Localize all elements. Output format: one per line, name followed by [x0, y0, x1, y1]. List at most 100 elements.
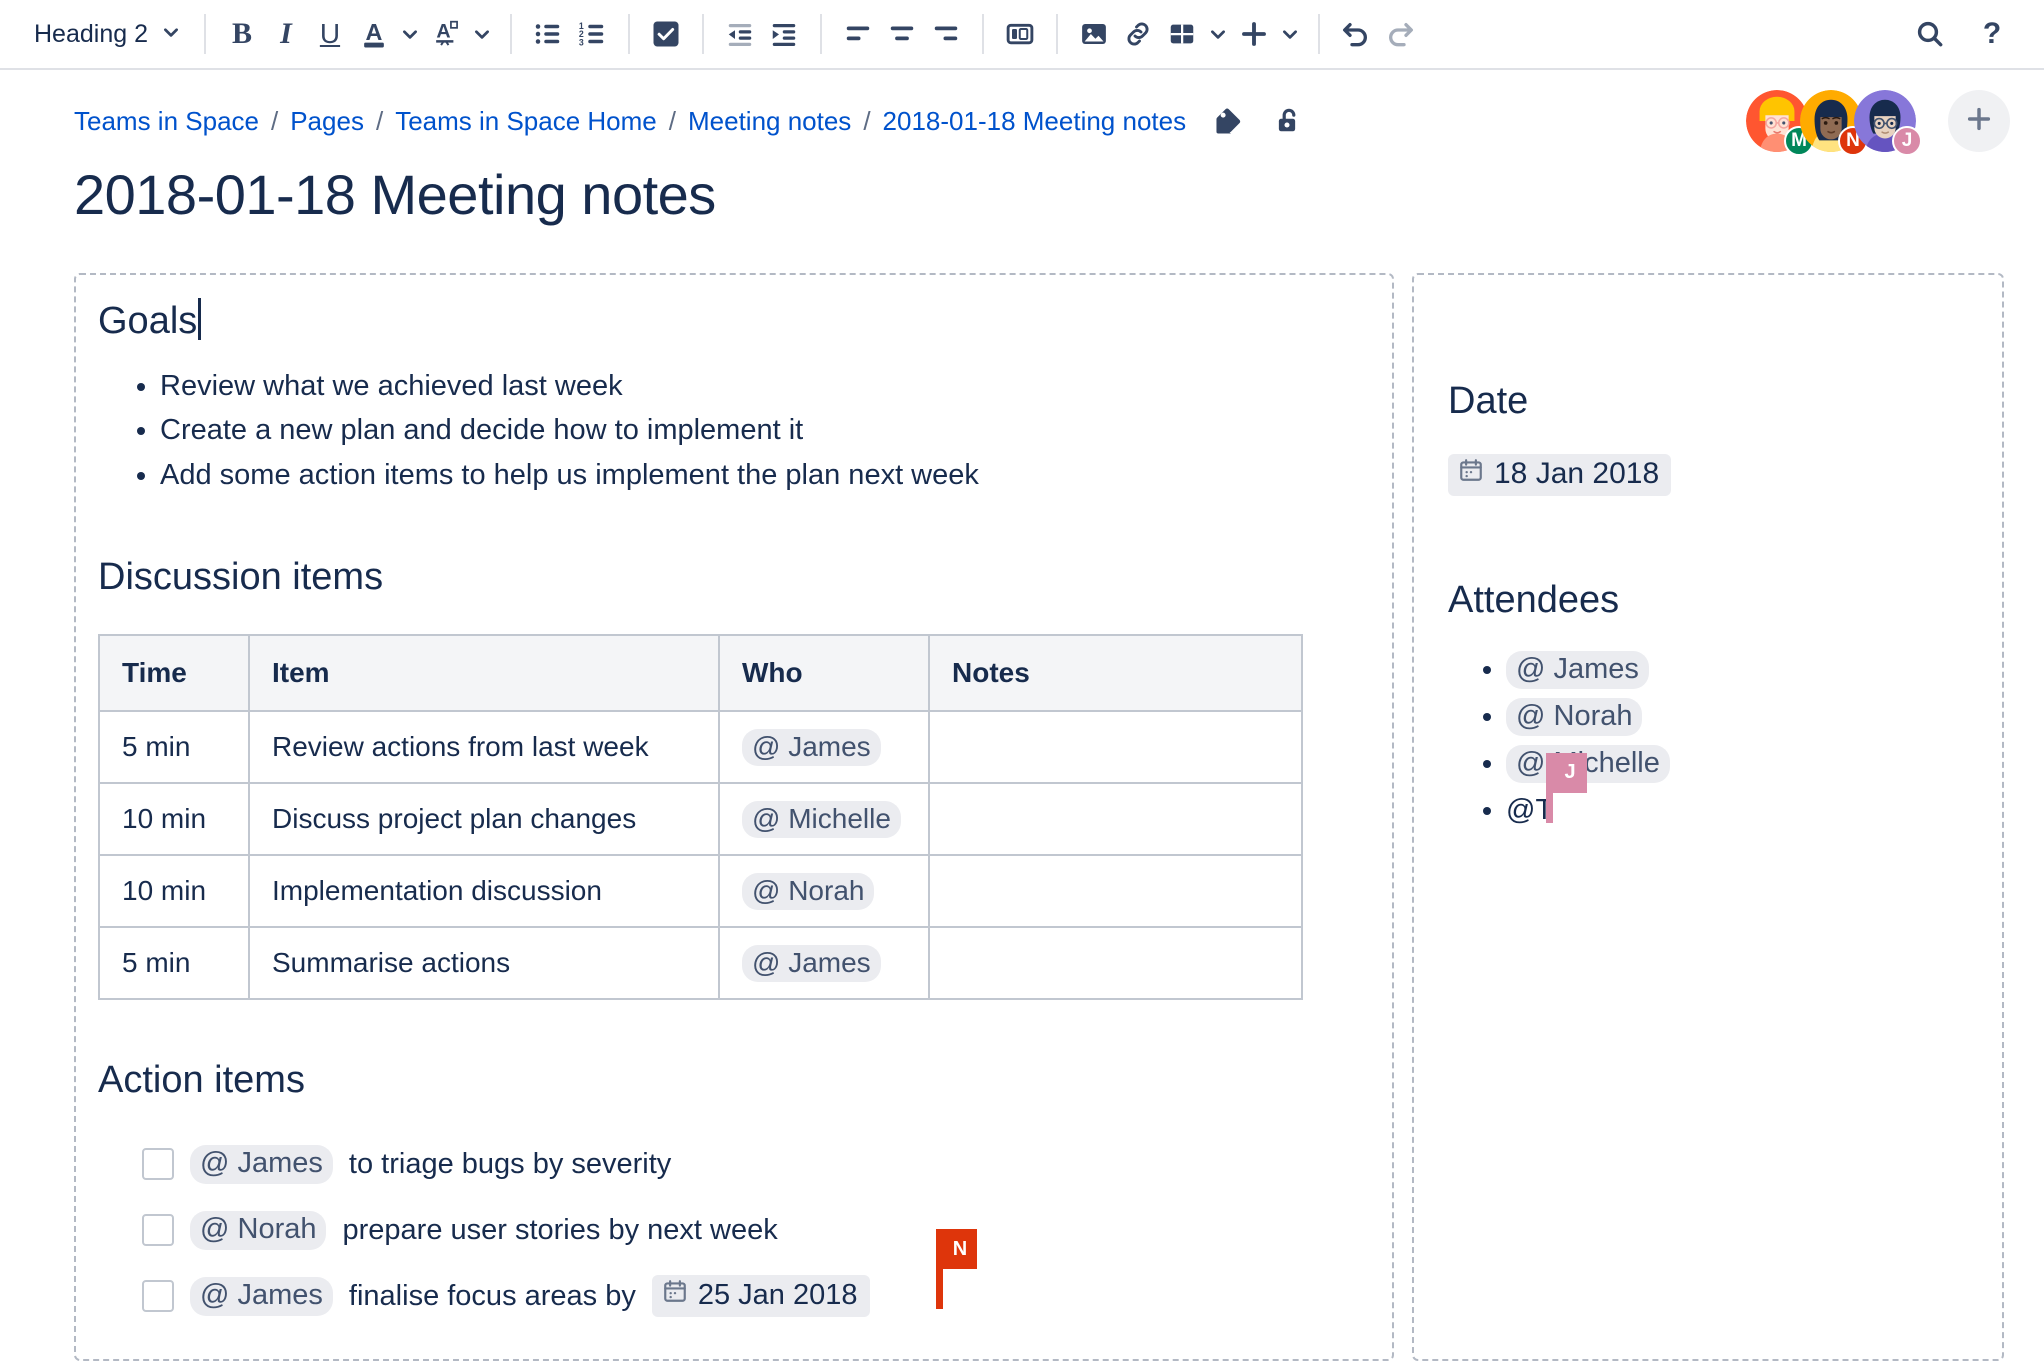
column-header-notes[interactable]: Notes [929, 635, 1302, 711]
mention-pill[interactable]: @ Norah [742, 873, 874, 910]
list-item[interactable]: @T J [1506, 787, 1970, 834]
column-header-time[interactable]: Time [99, 635, 249, 711]
mention-pill[interactable]: @ Norah [190, 1211, 326, 1250]
cell-time[interactable]: 5 min [99, 927, 249, 999]
page-title[interactable]: 2018-01-18 Meeting notes [0, 144, 2044, 227]
cell-notes[interactable] [929, 711, 1302, 783]
redo-button[interactable] [1378, 12, 1422, 56]
cell-notes[interactable] [929, 783, 1302, 855]
insert-table-button[interactable] [1160, 12, 1204, 56]
indent-button[interactable] [762, 12, 806, 56]
date-pill[interactable]: 18 Jan 2018 [1448, 454, 1671, 496]
bullet-list-button[interactable] [526, 12, 570, 56]
align-center-button[interactable] [880, 12, 924, 56]
table-row[interactable]: 10 min Discuss project plan changes @ Mi… [99, 783, 1302, 855]
cell-who[interactable]: @ Norah [719, 855, 929, 927]
text-highlight-icon: A [431, 18, 461, 50]
list-item[interactable]: Create a new plan and decide how to impl… [160, 408, 1360, 452]
mention-pill[interactable]: @ James [1506, 651, 1649, 689]
layouts-button[interactable] [998, 12, 1042, 56]
mention-pill[interactable]: @ James [742, 945, 881, 982]
mention-pill[interactable]: @ James [190, 1145, 333, 1184]
checkbox[interactable] [142, 1148, 174, 1180]
checkbox[interactable] [142, 1214, 174, 1246]
goals-heading[interactable]: Goals [98, 297, 205, 346]
breadcrumb-item-meeting-notes[interactable]: Meeting notes [688, 106, 851, 137]
list-item[interactable]: Review what we achieved last week [160, 364, 1360, 408]
text-highlight-button[interactable]: A [424, 12, 468, 56]
help-button[interactable]: ? [1970, 12, 2014, 56]
chevron-down-icon [401, 25, 419, 43]
checkbox[interactable] [142, 1280, 174, 1312]
align-left-button[interactable] [836, 12, 880, 56]
attendees-list: @ James @ Norah @ Michelle @T J [1448, 646, 1970, 834]
action-items-heading[interactable]: Action items [98, 1056, 1360, 1105]
list-item[interactable]: @ Norah [1506, 693, 1970, 740]
cell-who[interactable]: @ James [719, 711, 929, 783]
cell-who[interactable]: @ Michelle [719, 783, 929, 855]
cell-time[interactable]: 10 min [99, 783, 249, 855]
mention-pill[interactable]: @ Michelle [1506, 745, 1670, 783]
table-row[interactable]: 5 min Review actions from last week @ Ja… [99, 711, 1302, 783]
mention-pill[interactable]: @ James [742, 729, 881, 766]
breadcrumb-item-pages[interactable]: Pages [290, 106, 364, 137]
insert-more-dropdown[interactable] [1276, 12, 1304, 56]
list-item[interactable]: @ James [1506, 646, 1970, 693]
toolbar-divider [204, 14, 206, 54]
align-right-button[interactable] [924, 12, 968, 56]
avatar-michelle[interactable]: M [1746, 90, 1808, 152]
avatar-norah[interactable]: N [1800, 90, 1862, 152]
numbered-list-button[interactable]: 123 [570, 12, 614, 56]
text-highlight-dropdown[interactable] [468, 12, 496, 56]
cell-item[interactable]: Review actions from last week [249, 711, 719, 783]
cell-who[interactable]: @ James [719, 927, 929, 999]
cell-item[interactable]: Implementation discussion [249, 855, 719, 927]
list-item[interactable]: Add some action items to help us impleme… [160, 453, 1360, 497]
action-item[interactable]: @ James finalise focus areas by 25 Jan 2… [142, 1263, 1360, 1329]
add-collaborator-button[interactable] [1948, 90, 2010, 152]
cell-time[interactable]: 5 min [99, 711, 249, 783]
search-icon [1914, 18, 1946, 50]
cell-notes[interactable] [929, 927, 1302, 999]
table-row[interactable]: 10 min Implementation discussion @ Norah [99, 855, 1302, 927]
text-style-selector[interactable]: Heading 2 [26, 12, 190, 56]
insert-link-button[interactable] [1116, 12, 1160, 56]
text-color-button[interactable]: A [352, 12, 396, 56]
text-color-dropdown[interactable] [396, 12, 424, 56]
due-date-pill[interactable]: 25 Jan 2018 [652, 1275, 870, 1317]
column-header-who[interactable]: Who [719, 635, 929, 711]
underline-button[interactable]: U [308, 12, 352, 56]
main-content-panel: Goals Review what we achieved last week … [74, 273, 1394, 1361]
breadcrumb-item-home[interactable]: Teams in Space Home [395, 106, 657, 137]
italic-button[interactable]: I [264, 12, 308, 56]
column-header-item[interactable]: Item [249, 635, 719, 711]
undo-button[interactable] [1334, 12, 1378, 56]
mention-pill[interactable]: @ Michelle [742, 801, 901, 838]
avatar-james[interactable]: J [1854, 90, 1916, 152]
mention-pill[interactable]: @ Norah [1506, 698, 1642, 736]
outdent-button[interactable] [718, 12, 762, 56]
breadcrumb-item-current[interactable]: 2018-01-18 Meeting notes [883, 106, 1187, 137]
table-row[interactable]: 5 min Summarise actions @ James [99, 927, 1302, 999]
insert-image-button[interactable] [1072, 12, 1116, 56]
unlocked-padlock-icon[interactable] [1272, 104, 1306, 138]
tag-icon[interactable] [1212, 104, 1246, 138]
task-list-button[interactable] [644, 12, 688, 56]
discussion-heading[interactable]: Discussion items [98, 553, 1360, 602]
cell-time[interactable]: 10 min [99, 855, 249, 927]
svg-text:A: A [366, 19, 383, 45]
cell-notes[interactable] [929, 855, 1302, 927]
bold-button[interactable]: B [220, 12, 264, 56]
insert-table-dropdown[interactable] [1204, 12, 1232, 56]
cell-item[interactable]: Discuss project plan changes [249, 783, 719, 855]
action-item[interactable]: @ Norah prepare user stories by next wee… [142, 1197, 1360, 1263]
date-heading[interactable]: Date [1448, 377, 1970, 426]
insert-more-button[interactable] [1232, 12, 1276, 56]
search-button[interactable] [1908, 12, 1952, 56]
attendees-heading[interactable]: Attendees [1448, 576, 1970, 625]
svg-text:A: A [436, 21, 450, 43]
mention-pill[interactable]: @ James [190, 1277, 333, 1316]
cell-item[interactable]: Summarise actions [249, 927, 719, 999]
breadcrumb-item-space[interactable]: Teams in Space [74, 106, 259, 137]
action-item[interactable]: @ James to triage bugs by severity [142, 1131, 1360, 1197]
